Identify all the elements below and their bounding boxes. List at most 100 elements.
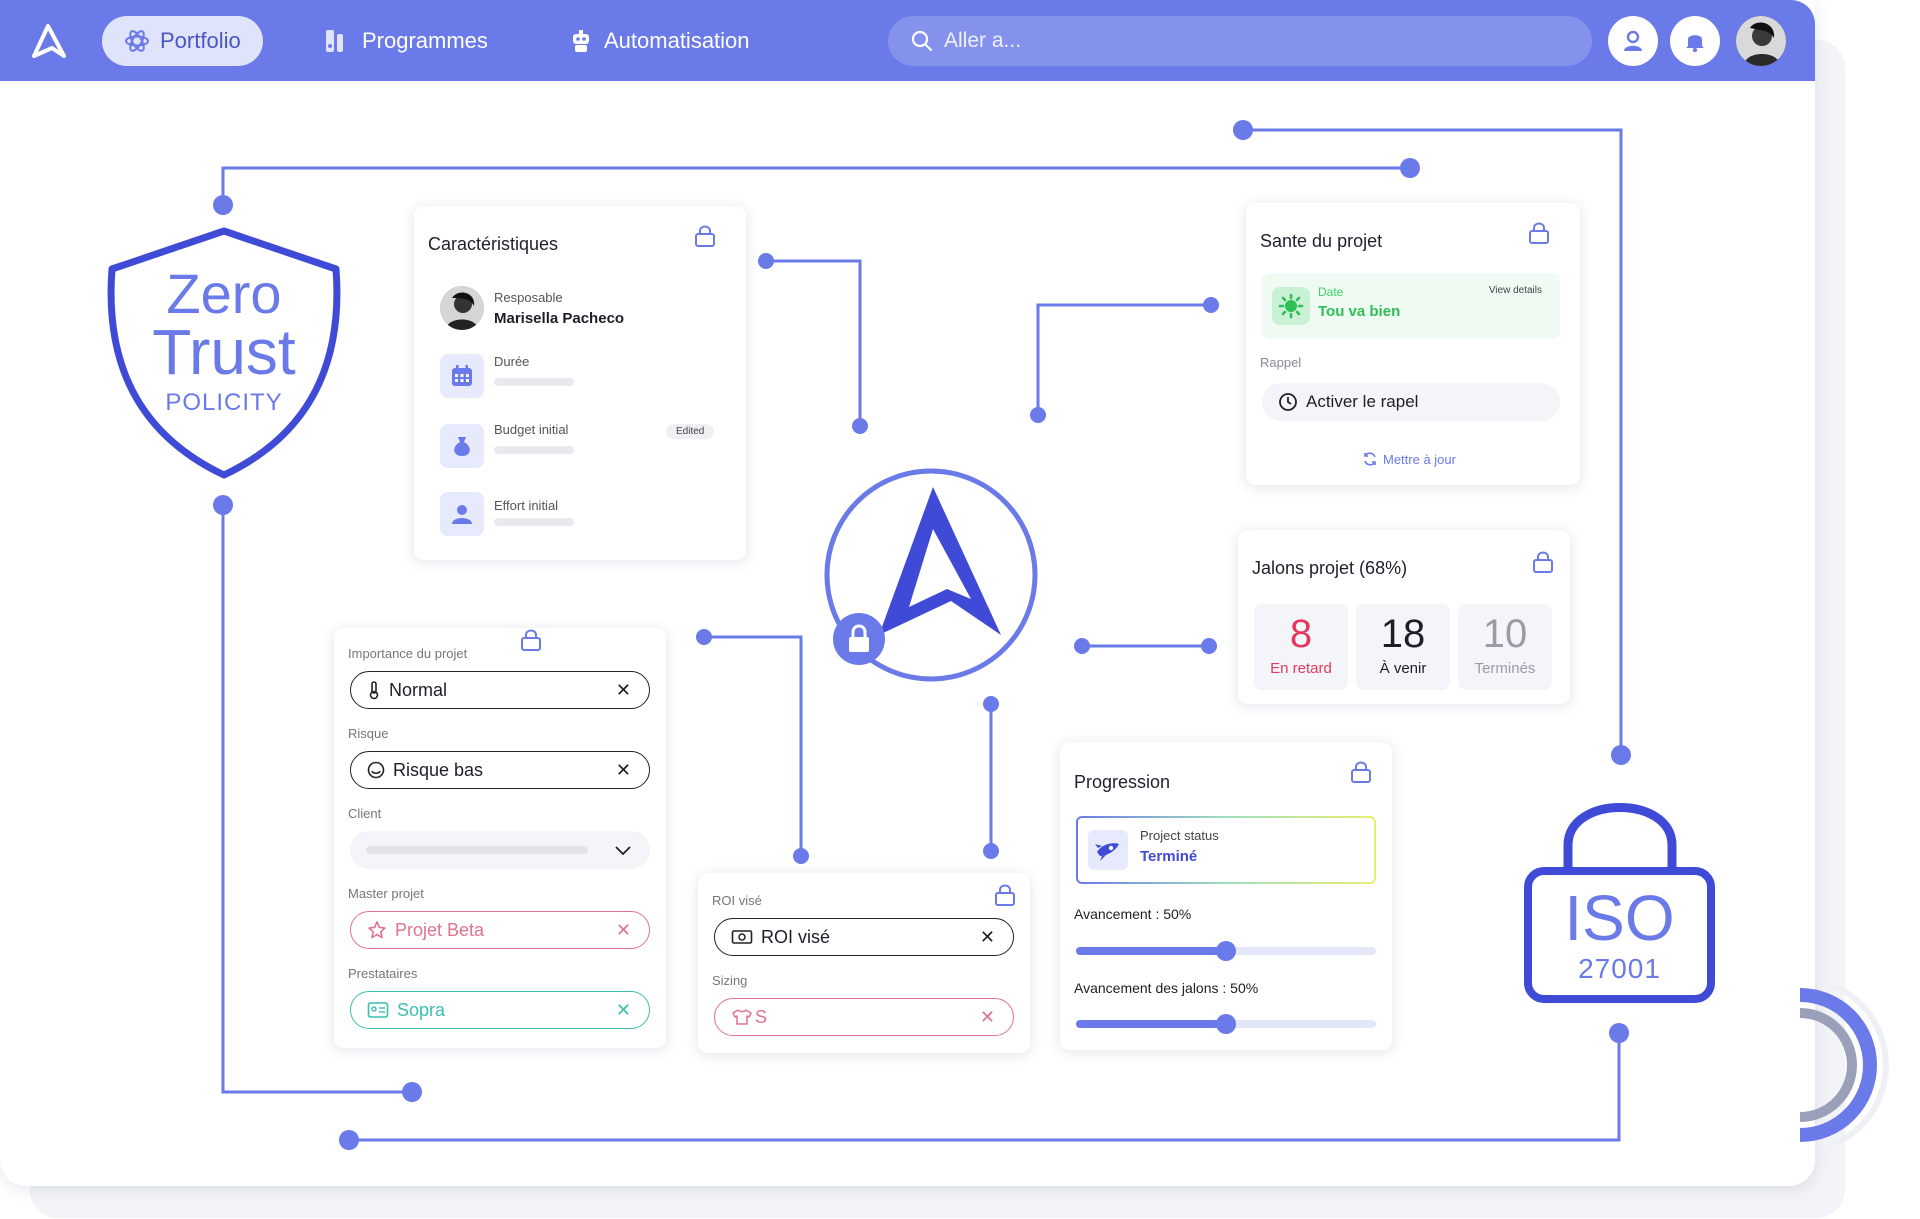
providers-value: Sopra [397,999,446,1020]
iso-line2: 27001 [1578,953,1661,984]
project-status-value: Terminé [1140,848,1198,865]
sizing-value: S [755,1006,768,1027]
roi-card: ROI visé ROI visé ✕ Sizing S ✕ [698,873,1030,1053]
sun-icon [1272,287,1310,325]
project-fields-card: Importance du projet Normal ✕ Risque Ris… [334,628,666,1048]
view-details-link[interactable]: View details [1489,285,1542,296]
client-placeholder [366,846,588,854]
reminder-label: Rappel [1260,355,1302,370]
lock-icon [995,884,1015,906]
activate-reminder-button[interactable]: Activer le rapel [1262,383,1560,421]
rocket-icon [1088,830,1128,870]
characteristics-title: Caractéristiques [428,234,559,254]
master-project-value: Projet Beta [395,919,485,940]
responsible-avatar [440,286,484,330]
milestone-done-label: Terminés [1474,660,1536,677]
milestone-stat-late[interactable]: 8 En retard [1254,604,1348,690]
refresh-icon [1364,452,1376,466]
lock-icon [521,629,541,651]
client-select[interactable] [350,831,650,869]
advancement-slider-handle[interactable] [1216,941,1236,961]
duration-placeholder [494,378,574,386]
roi-value: ROI visé [761,926,831,947]
client-label: Client [348,806,382,821]
clear-sizing-icon[interactable]: ✕ [980,1007,995,1028]
progression-title: Progression [1074,772,1171,792]
sizing-select[interactable]: S ✕ [714,998,1014,1036]
project-health-card: Sante du projet Date Tou va bien View de… [1246,203,1580,485]
star-icon [368,921,386,939]
project-status-box[interactable]: Project status Terminé [1076,816,1376,884]
clock-icon [1279,393,1297,411]
budget-label: Budget initial [494,422,569,437]
milestones-slider-handle[interactable] [1216,1014,1236,1034]
milestones-title: Jalons projet (68%) [1252,558,1408,578]
advancement-slider-fill [1076,947,1226,955]
clear-providers-icon[interactable]: ✕ [616,1000,631,1021]
master-project-label: Master projet [348,886,424,901]
milestone-upcoming-value: 18 [1380,612,1426,656]
effort-label: Effort initial [494,498,559,513]
roi-label: ROI visé [712,893,762,908]
project-status-label: Project status [1140,828,1219,843]
edited-badge: Edited [666,424,715,439]
importance-value: Normal [389,679,448,700]
milestone-stat-upcoming[interactable]: 18 À venir [1356,604,1450,690]
importance-label: Importance du projet [348,646,468,661]
duration-label: Durée [494,354,530,369]
sizing-label: Sizing [712,973,748,988]
reminder-button-label: Activer le rapel [1306,392,1419,411]
banknote-icon [731,930,753,944]
risk-select[interactable]: Risque bas ✕ [350,751,650,789]
providers-select[interactable]: Sopra ✕ [350,991,650,1029]
roi-select[interactable]: ROI visé ✕ [714,918,1014,956]
providers-label: Prestataires [348,966,418,981]
zero-trust-line1: Zero [166,262,282,325]
health-status-box: Date Tou va bien View details [1262,273,1560,339]
milestones-card: Jalons projet (68%) 8 En retard 18 À ven… [1238,530,1570,704]
advancement-label: Avancement : 50% [1074,906,1192,922]
milestone-done-value: 10 [1482,612,1528,656]
milestone-upcoming-label: À venir [1379,660,1427,677]
person-icon [440,492,484,536]
lock-icon [1351,761,1371,783]
master-project-select[interactable]: Projet Beta ✕ [350,911,650,949]
health-title: Sante du projet [1260,231,1383,251]
milestone-stat-done[interactable]: 10 Terminés [1458,604,1552,690]
health-date-label: Date [1318,285,1344,299]
iso-line1: ISO [1564,882,1675,954]
responsible-name: Marisella Pacheco [494,310,625,327]
thermometer-icon [369,681,379,700]
lock-icon [1533,551,1553,573]
id-card-icon [367,1002,389,1018]
tshirt-icon [732,1009,752,1025]
clear-importance-icon[interactable]: ✕ [616,680,631,701]
update-link[interactable]: Mettre à jour [1362,451,1456,467]
clear-master-project-icon[interactable]: ✕ [616,920,631,941]
risk-label: Risque [348,726,389,741]
lock-icon [695,225,715,247]
clear-roi-icon[interactable]: ✕ [980,927,995,948]
responsible-label: Resposable [494,290,563,305]
importance-select[interactable]: Normal ✕ [350,671,650,709]
chevron-down-icon [615,846,631,856]
milestones-slider-fill [1076,1020,1226,1028]
smile-icon [367,761,385,779]
health-status: Tou va bien [1318,303,1401,320]
iso-27001-badge: ISO 27001 [1522,785,1717,1005]
update-link-label: Mettre à jour [1383,451,1456,467]
milestones-advancement-label: Avancement des jalons : 50% [1074,980,1259,996]
clear-risk-icon[interactable]: ✕ [616,760,631,781]
effort-placeholder [494,518,574,526]
zero-trust-line3: POLICITY [165,389,283,416]
risk-value: Risque bas [393,759,484,780]
milestone-late-value: 8 [1289,612,1313,656]
calendar-icon [440,354,484,398]
lock-icon [1529,222,1549,244]
milestone-late-label: En retard [1270,660,1332,677]
characteristics-card: Caractéristiques Resposable Marisella Pa… [414,206,746,560]
money-bag-icon [440,424,484,468]
budget-placeholder [494,446,574,454]
zero-trust-line2: Trust [152,316,296,388]
progression-card: Progression Project status Terminé Avanc… [1060,742,1392,1050]
